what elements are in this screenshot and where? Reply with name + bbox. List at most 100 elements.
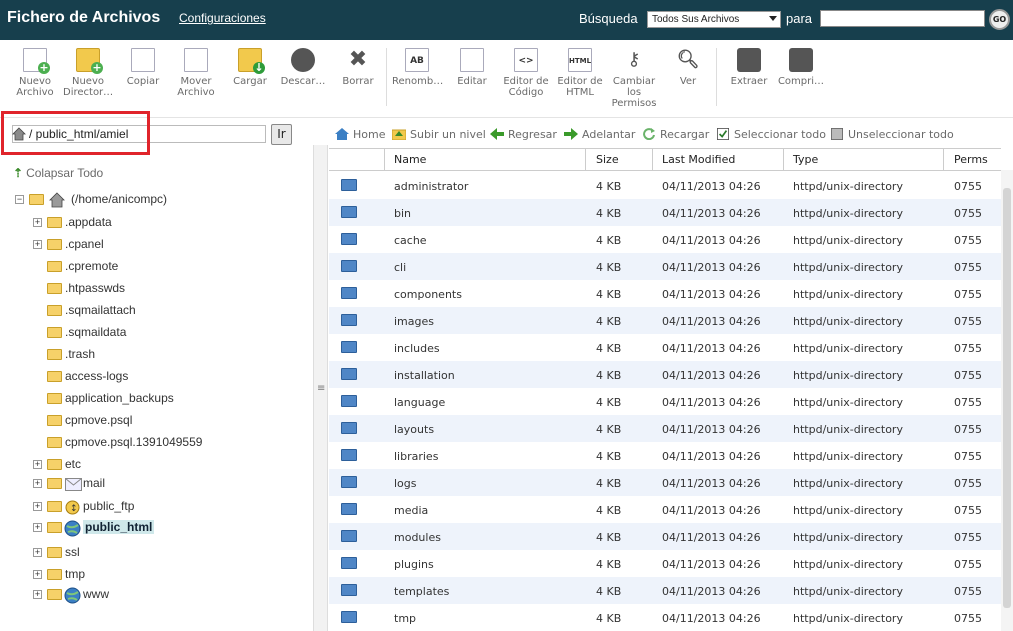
cell-size: 4 KB <box>596 369 622 382</box>
tree-node-label: ssl <box>65 545 80 559</box>
folder-icon <box>341 584 357 596</box>
pane-splitter[interactable]: ≡ <box>313 145 328 631</box>
cell-name: tmp <box>394 612 417 625</box>
folder-icon <box>341 422 357 434</box>
edit-button[interactable]: Editar <box>447 48 497 87</box>
arrow-left-icon <box>490 128 504 140</box>
delete-icon: ✖ <box>348 47 368 72</box>
folder-icon <box>47 459 62 470</box>
reload-icon <box>643 128 655 140</box>
vertical-scrollbar[interactable] <box>1001 170 1013 631</box>
table-row[interactable]: cache 4 KB 04/11/2013 04:26 httpd/unix-dire… <box>329 226 1001 253</box>
expand-toggle-icon: + <box>33 569 42 579</box>
tool-label: Cargar <box>233 76 267 87</box>
download-button[interactable]: Descar… <box>278 48 328 87</box>
column-header-modified[interactable]: Last Modified <box>662 153 735 166</box>
search-scope-select[interactable]: Todos Sus Archivos <box>647 11 781 28</box>
up-level-label: Subir un nivel <box>410 128 486 141</box>
table-row[interactable]: language 4 KB 04/11/2013 04:26 httpd/unix-d… <box>329 388 1001 415</box>
table-row[interactable]: plugins 4 KB 04/11/2013 04:26 httpd/unix-di… <box>329 550 1001 577</box>
table-row[interactable]: bin 4 KB 04/11/2013 04:26 httpd/unix-direct… <box>329 199 1001 226</box>
table-row[interactable]: logs 4 KB 04/11/2013 04:26 httpd/unix-direc… <box>329 469 1001 496</box>
new-folder-button[interactable]: + Nuevo Director… <box>63 48 113 98</box>
html-editor-button[interactable]: HTML Editor de HTML <box>555 48 605 98</box>
path-go-button[interactable]: Ir <box>271 124 292 145</box>
extract-icon <box>737 48 761 72</box>
cell-type: httpd/unix-directory <box>793 585 903 598</box>
cell-name: libraries <box>394 450 439 463</box>
move-icon <box>184 48 208 72</box>
cell-name: logs <box>394 477 417 490</box>
table-row[interactable]: installation 4 KB 04/11/2013 04:26 httpd/un… <box>329 361 1001 388</box>
table-row[interactable]: administrator 4 KB 04/11/2013 04:26 httpd/u… <box>329 172 1001 199</box>
tool-label: Editor de HTML <box>557 76 603 98</box>
highlight-frame <box>1 111 150 155</box>
search-input[interactable] <box>820 10 985 27</box>
expand-toggle-icon: + <box>33 501 42 511</box>
copy-button[interactable]: Copiar <box>118 48 168 87</box>
new-file-button[interactable]: + Nuevo Archivo <box>10 48 60 98</box>
select-all-button[interactable]: Seleccionar todo <box>716 128 826 141</box>
rename-icon: AB <box>405 48 429 72</box>
cell-type: httpd/unix-directory <box>793 315 903 328</box>
view-button[interactable]: 🔍︎ Ver <box>663 48 713 87</box>
cell-type: httpd/unix-directory <box>793 504 903 517</box>
table-row[interactable]: media 4 KB 04/11/2013 04:26 httpd/unix-dire… <box>329 496 1001 523</box>
folder-icon <box>47 547 62 558</box>
column-header-name[interactable]: Name <box>394 153 426 166</box>
toolbar-divider <box>386 48 387 106</box>
scrollbar-thumb[interactable] <box>1003 188 1011 608</box>
cell-modified: 04/11/2013 04:26 <box>662 531 761 544</box>
permissions-button[interactable]: ⚷ Cambiar los Permisos <box>609 48 659 109</box>
settings-link[interactable]: Configuraciones <box>179 11 266 25</box>
folder-icon <box>47 589 62 600</box>
extract-button[interactable]: Extraer <box>724 48 774 87</box>
collapse-all-button[interactable]: ⇡ Colapsar Todo <box>13 166 103 180</box>
table-row[interactable]: cli 4 KB 04/11/2013 04:26 httpd/unix-direct… <box>329 253 1001 280</box>
folder-icon <box>47 327 62 338</box>
folder-icon <box>341 314 357 326</box>
table-row[interactable]: images 4 KB 04/11/2013 04:26 httpd/unix-dir… <box>329 307 1001 334</box>
folder-icon <box>47 261 62 272</box>
cell-name: includes <box>394 342 440 355</box>
tree-node-label: etc <box>65 457 82 471</box>
column-header-type[interactable]: Type <box>793 153 818 166</box>
folder-icon <box>47 569 62 580</box>
forward-button[interactable]: Adelantar <box>564 128 635 141</box>
go-button[interactable]: GO <box>989 9 1010 30</box>
cell-modified: 04/11/2013 04:26 <box>662 342 761 355</box>
unselect-all-button[interactable]: Unseleccionar todo <box>830 128 954 141</box>
upload-button[interactable]: ↓ Cargar <box>225 48 275 87</box>
rename-button[interactable]: AB Renomb… <box>392 48 443 87</box>
cell-perms: 0755 <box>954 234 982 247</box>
folder-icon <box>341 341 357 353</box>
table-row[interactable]: includes 4 KB 04/11/2013 04:26 httpd/unix-d… <box>329 334 1001 361</box>
table-row[interactable]: tmp 4 KB 04/11/2013 04:26 httpd/unix-direct… <box>329 604 1001 631</box>
up-level-button[interactable]: Subir un nivel <box>392 128 486 141</box>
delete-button[interactable]: ✖ Borrar <box>333 47 383 88</box>
table-row[interactable]: components 4 KB 04/11/2013 04:26 httpd/unix… <box>329 280 1001 307</box>
back-button[interactable]: Regresar <box>490 128 557 141</box>
code-editor-button[interactable]: <> Editor de Código <box>501 48 551 98</box>
folder-icon <box>47 305 62 316</box>
home-label: Home <box>353 128 386 141</box>
reload-button[interactable]: Recargar <box>642 128 709 141</box>
table-row[interactable]: layouts 4 KB 04/11/2013 04:26 httpd/unix-di… <box>329 415 1001 442</box>
cell-perms: 0755 <box>954 450 982 463</box>
header-bar: Fichero de Archivos Configuraciones Búsq… <box>0 0 1013 40</box>
table-row[interactable]: templates 4 KB 04/11/2013 04:26 httpd/unix-… <box>329 577 1001 604</box>
back-label: Regresar <box>508 128 557 141</box>
tree-node-label: cpmove.psql <box>65 413 133 427</box>
column-header-perms[interactable]: Perms <box>954 153 988 166</box>
compress-button[interactable]: Compri… <box>776 48 826 87</box>
folder-up-icon <box>392 129 406 140</box>
checkbox-empty-icon <box>831 128 843 140</box>
grip-icon: ≡ <box>317 383 326 394</box>
expand-toggle-icon: + <box>33 522 42 532</box>
home-button[interactable]: Home <box>335 128 385 141</box>
column-header-size[interactable]: Size <box>596 153 619 166</box>
table-row[interactable]: libraries 4 KB 04/11/2013 04:26 httpd/unix-… <box>329 442 1001 469</box>
cell-type: httpd/unix-directory <box>793 288 903 301</box>
table-row[interactable]: modules 4 KB 04/11/2013 04:26 httpd/unix-di… <box>329 523 1001 550</box>
move-button[interactable]: Mover Archivo <box>171 48 221 98</box>
